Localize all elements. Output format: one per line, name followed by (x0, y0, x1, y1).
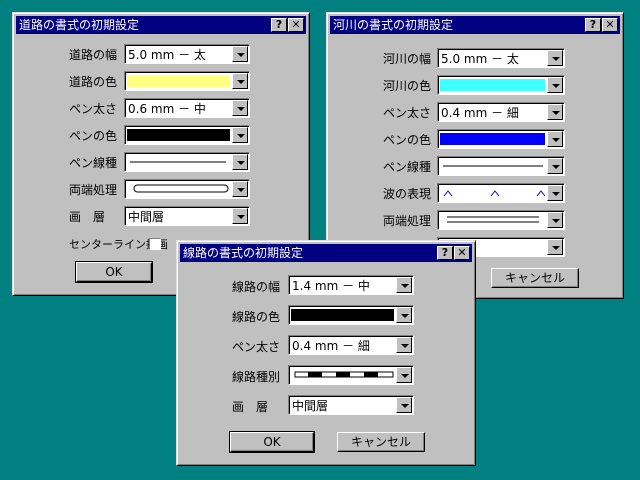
road-width-label: 道路の幅 (69, 48, 118, 62)
ends-label: 両端処理 (69, 183, 118, 197)
pen-width-select[interactable]: 0.4 mm － 細 (288, 335, 414, 355)
centerline-checkbox[interactable] (149, 238, 161, 250)
pen-color-label: ペンの色 (69, 129, 118, 143)
rail-color-label: 線路の色 (232, 310, 281, 324)
chevron-down-icon[interactable] (547, 212, 563, 228)
pen-width-select[interactable]: 0.4 mm － 細 (437, 102, 565, 122)
help-button[interactable]: ? (437, 246, 453, 260)
river-color-label: 河川の色 (383, 79, 432, 93)
pen-width-value: 0.4 mm － 細 (292, 339, 370, 353)
ok-button[interactable]: OK (229, 431, 315, 453)
river-width-select[interactable]: 5.0 mm － 太 (437, 48, 565, 68)
pen-width-value: 0.6 mm － 中 (128, 102, 206, 116)
rail-type-select[interactable] (288, 365, 414, 385)
solid-line-preview-icon (130, 161, 226, 163)
rail-dialog-titlebar[interactable]: 線路の書式の初期設定 ? ✕ (180, 244, 472, 262)
rail-color-select[interactable] (288, 305, 414, 325)
pen-color-swatch (127, 129, 230, 141)
chevron-down-icon[interactable] (547, 104, 563, 120)
rail-width-label: 線路の幅 (232, 280, 281, 294)
close-button[interactable]: ✕ (602, 18, 618, 32)
chevron-down-icon[interactable] (232, 73, 248, 89)
chevron-down-icon[interactable] (232, 127, 248, 143)
pen-width-label: ペン太さ (69, 102, 118, 116)
square-ends-preview-icon (447, 216, 539, 223)
chevron-down-icon[interactable] (547, 131, 563, 147)
chevron-down-icon[interactable] (396, 307, 412, 323)
road-color-label: 道路の色 (69, 75, 118, 89)
close-button[interactable]: ✕ (288, 18, 304, 32)
pen-width-select[interactable]: 0.6 mm － 中 (124, 98, 250, 118)
ends-select[interactable] (124, 179, 250, 199)
pen-color-label: ペンの色 (383, 133, 432, 147)
river-width-value: 5.0 mm － 太 (441, 52, 519, 66)
layer-select[interactable]: 中間層 (124, 206, 250, 226)
road-dialog-title: 道路の書式の初期設定 (19, 18, 140, 32)
rail-line-preview-icon (294, 371, 394, 378)
chevron-down-icon[interactable] (396, 277, 412, 293)
pen-width-value: 0.4 mm － 細 (441, 106, 519, 120)
chevron-down-icon[interactable] (547, 158, 563, 174)
pen-line-select[interactable] (437, 156, 565, 176)
layer-label: 画 層 (69, 210, 106, 224)
chevron-down-icon[interactable] (232, 100, 248, 116)
rail-width-select[interactable]: 1.4 mm － 中 (288, 275, 414, 295)
chevron-down-icon[interactable] (396, 397, 412, 413)
river-color-swatch (440, 79, 545, 91)
chevron-down-icon[interactable] (547, 185, 563, 201)
ok-button[interactable]: OK (75, 261, 153, 283)
chevron-down-icon[interactable] (396, 367, 412, 383)
chevron-down-icon[interactable] (232, 208, 248, 224)
road-color-select[interactable] (124, 71, 250, 91)
river-dialog-titlebar[interactable]: 河川の書式の初期設定 ? ✕ (330, 16, 620, 34)
layer-value: 中間層 (292, 399, 329, 413)
chevron-down-icon[interactable] (547, 77, 563, 93)
close-button[interactable]: ✕ (454, 246, 470, 260)
rail-dialog-title: 線路の書式の初期設定 (183, 246, 304, 260)
ends-label: 両端処理 (383, 214, 432, 228)
river-color-select[interactable] (437, 75, 565, 95)
help-button[interactable]: ? (271, 18, 287, 32)
chevron-down-icon[interactable] (547, 239, 563, 255)
pen-width-label: ペン太さ (383, 106, 432, 120)
pen-color-select[interactable] (124, 125, 250, 145)
road-dialog-titlebar[interactable]: 道路の書式の初期設定 ? ✕ (16, 16, 306, 34)
chevron-down-icon[interactable] (232, 181, 248, 197)
rail-color-swatch (291, 309, 394, 321)
layer-select[interactable]: 中間層 (288, 395, 414, 415)
river-dialog-title: 河川の書式の初期設定 (333, 18, 454, 32)
help-button[interactable]: ? (585, 18, 601, 32)
wave-preview-icon (443, 190, 545, 197)
ends-select[interactable] (437, 210, 565, 230)
cancel-button[interactable]: キャンセル (491, 268, 579, 288)
rounded-ends-preview-icon (133, 184, 229, 193)
rail-width-value: 1.4 mm － 中 (292, 279, 370, 293)
chevron-down-icon[interactable] (547, 50, 563, 66)
road-color-swatch (127, 75, 230, 87)
pen-width-label: ペン太さ (232, 340, 281, 354)
river-width-label: 河川の幅 (383, 52, 432, 66)
pen-color-swatch (440, 133, 545, 145)
layer-label: 画 層 (232, 400, 269, 414)
pen-line-select[interactable] (124, 152, 250, 172)
chevron-down-icon[interactable] (396, 337, 412, 353)
rail-type-label: 線路種別 (232, 370, 281, 384)
wave-label: 波の表現 (383, 187, 432, 201)
wave-select[interactable] (437, 183, 565, 203)
solid-line-preview-icon (443, 165, 543, 167)
rail-settings-dialog: 線路の書式の初期設定 ? ✕ 線路の幅 1.4 mm － 中 線路の色 ペン太さ… (176, 240, 476, 466)
road-width-select[interactable]: 5.0 mm － 太 (124, 44, 250, 64)
pen-line-label: ペン線種 (69, 156, 118, 170)
road-width-value: 5.0 mm － 太 (128, 48, 206, 62)
layer-value: 中間層 (128, 210, 165, 224)
pen-color-select[interactable] (437, 129, 565, 149)
chevron-down-icon[interactable] (232, 154, 248, 170)
cancel-button[interactable]: キャンセル (337, 432, 425, 452)
chevron-down-icon[interactable] (232, 46, 248, 62)
pen-line-label: ペン線種 (383, 160, 432, 174)
